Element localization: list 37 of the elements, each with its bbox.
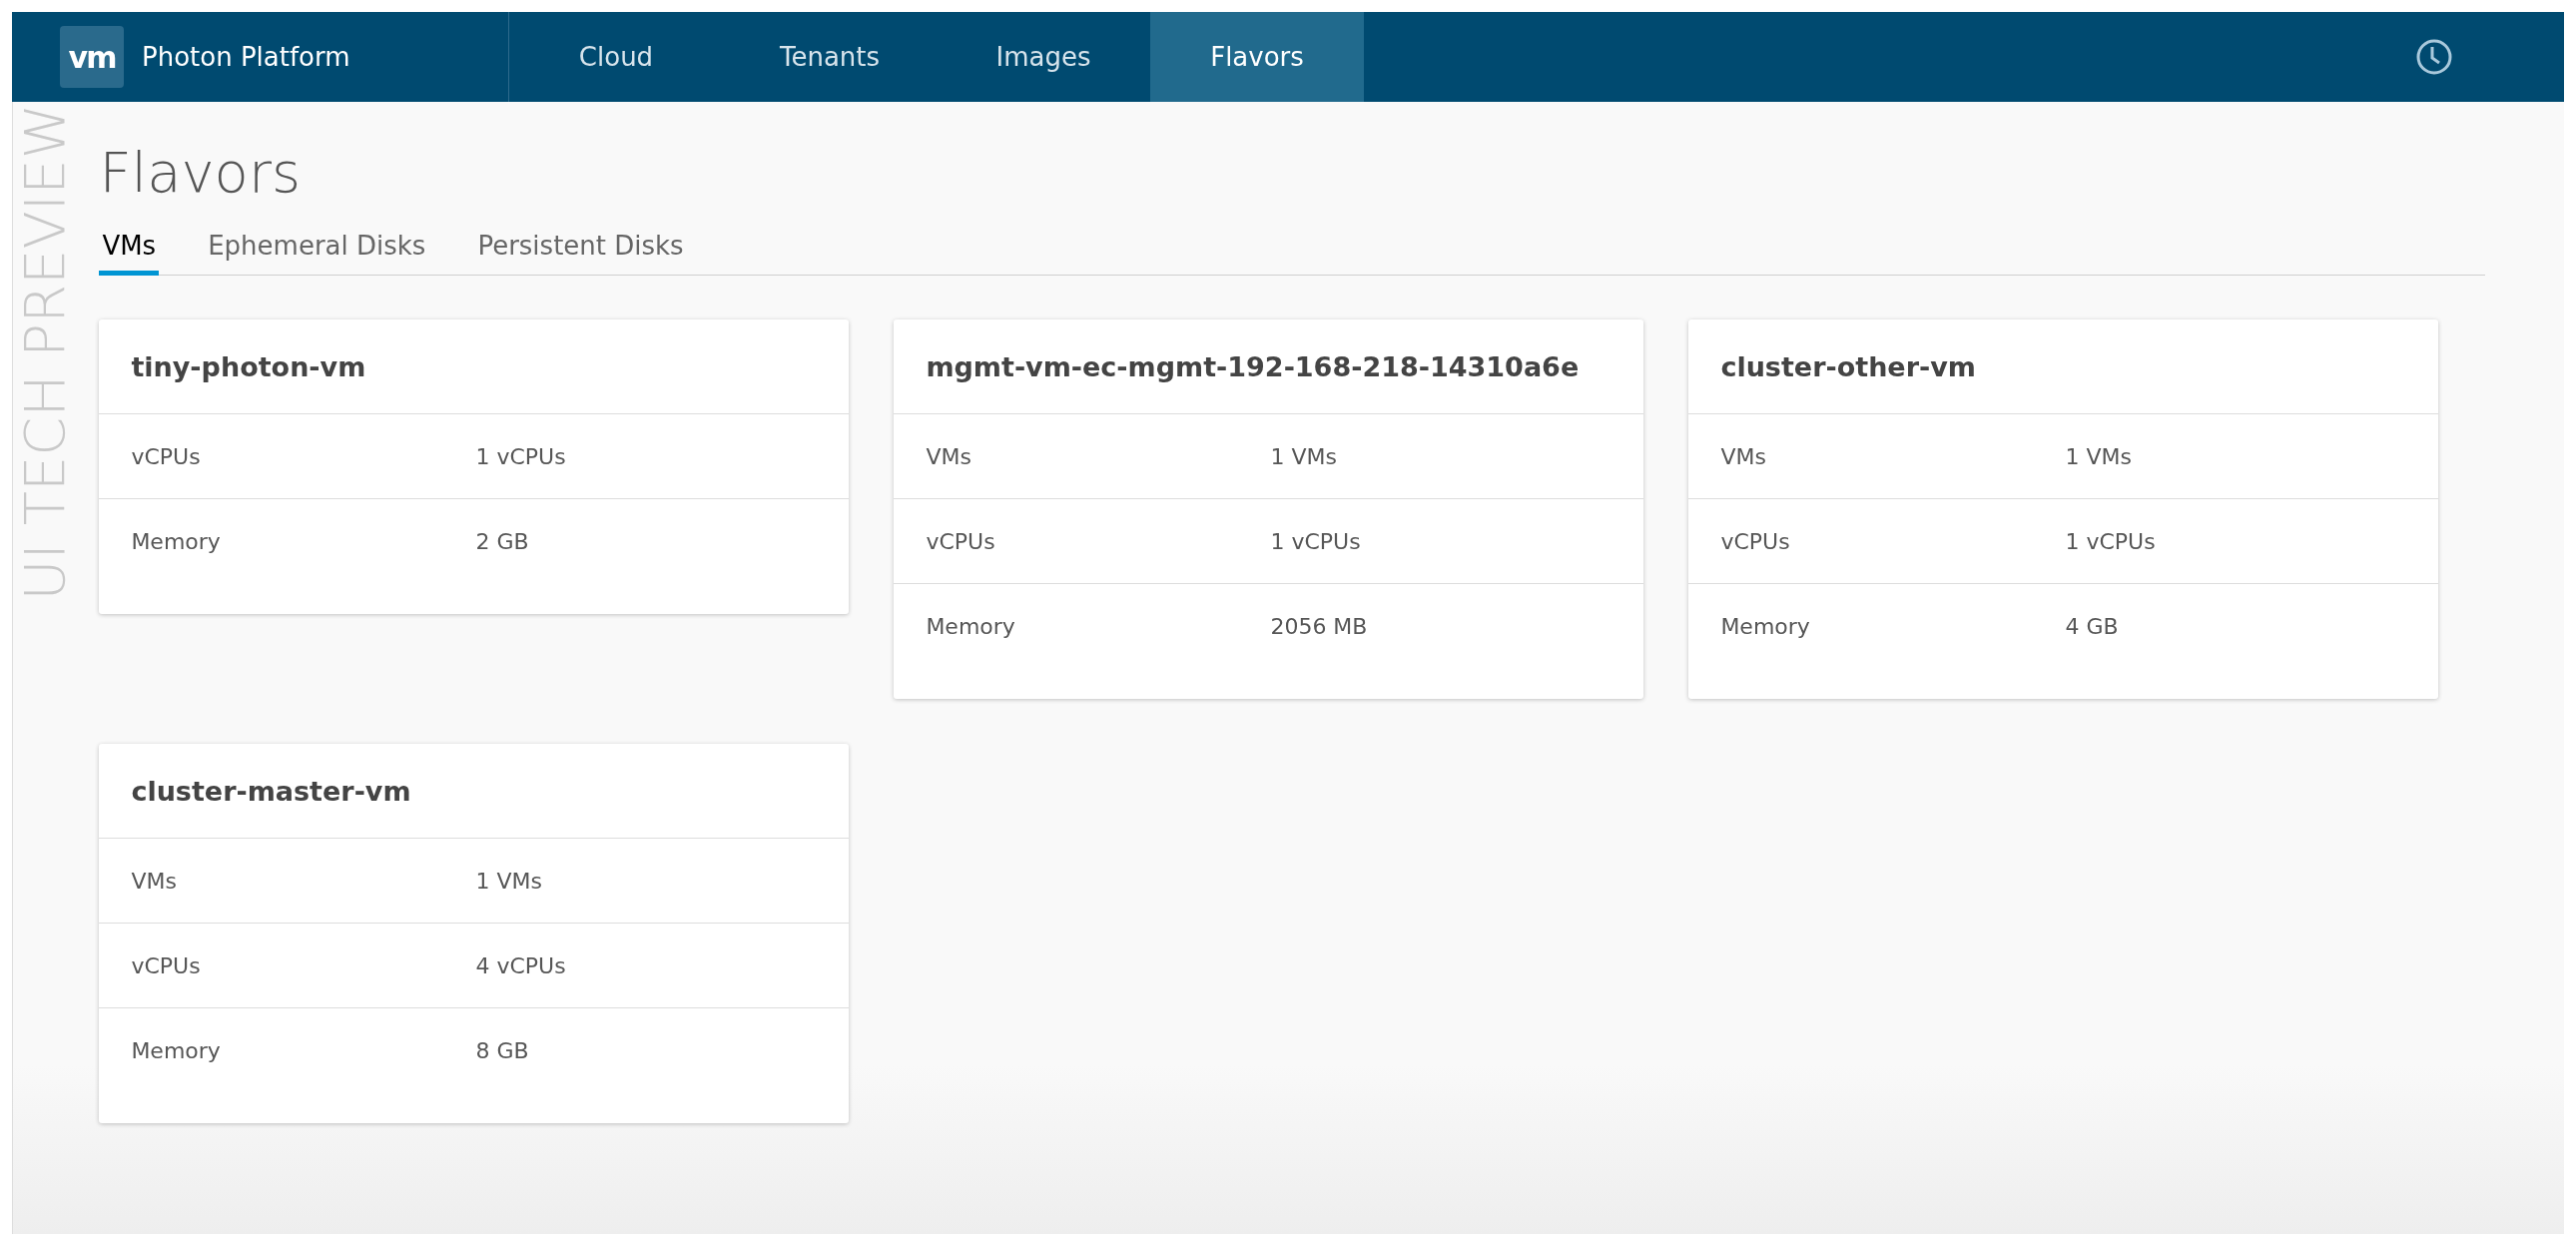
field-value: 1 vCPUs: [1270, 528, 1361, 554]
field-label: vCPUs: [1720, 528, 1791, 554]
field-value: 1 VMs: [2065, 443, 2132, 469]
card-title: cluster-master-vm: [99, 744, 850, 839]
nav-tab[interactable]: Tenants: [723, 12, 937, 102]
card-title: tiny-photon-vm: [99, 319, 850, 414]
clock-icon[interactable]: [2414, 37, 2454, 77]
nav-tab[interactable]: Flavors: [1150, 12, 1364, 102]
field-label: Memory: [1720, 614, 1811, 639]
field-value: 1 VMs: [1270, 443, 1337, 469]
field-label: Memory: [926, 614, 1016, 639]
card-title: cluster-other-vm: [1688, 319, 2439, 414]
field-value: 4 GB: [2065, 614, 2119, 639]
field-label: VMs: [926, 443, 972, 469]
card-title: mgmt-vm-ec-mgmt-192-168-218-14310a6e: [894, 319, 1644, 414]
tab[interactable]: Persistent Disks: [474, 231, 687, 276]
nav-tab[interactable]: Cloud: [509, 12, 723, 102]
field-label: vCPUs: [926, 528, 996, 554]
tab[interactable]: VMs: [99, 231, 160, 276]
field-label: vCPUs: [131, 952, 202, 978]
field-value: 1 vCPUs: [475, 443, 566, 469]
field-value: 1 VMs: [475, 868, 542, 894]
page-title: Flavors: [99, 140, 303, 205]
field-label: Memory: [131, 1038, 222, 1063]
field-value: 8 GB: [475, 1038, 529, 1063]
field-label: vCPUs: [131, 443, 202, 469]
app-title: Photon Platform: [142, 42, 350, 72]
field-label: VMs: [1720, 443, 1767, 469]
nav-tab[interactable]: Images: [937, 12, 1150, 102]
field-label: Memory: [131, 529, 222, 554]
field-label: VMs: [131, 868, 178, 894]
field-value: 1 vCPUs: [2065, 528, 2156, 554]
field-value: 2056 MB: [1270, 614, 1368, 639]
logo: vm: [60, 26, 124, 88]
field-value: 4 vCPUs: [475, 952, 566, 978]
field-value: 2 GB: [475, 529, 529, 554]
tab[interactable]: Ephemeral Disks: [205, 231, 429, 276]
